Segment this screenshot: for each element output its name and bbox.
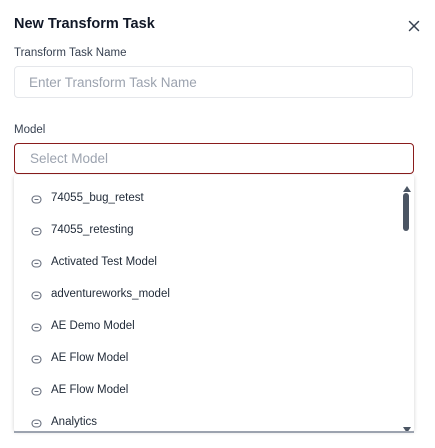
new-transform-task-dialog: New Transform Task Transform Task Name M…: [0, 0, 435, 448]
task-name-label: Transform Task Name: [14, 47, 127, 59]
model-option-label: AE Demo Model: [51, 320, 135, 332]
model-icon: [31, 256, 42, 268]
dropdown-bottom-border: [14, 431, 414, 433]
model-option-label: 74055_retesting: [51, 224, 134, 236]
model-option[interactable]: Activated Test Model: [14, 250, 399, 274]
model-option[interactable]: Analytics: [14, 410, 399, 431]
model-option[interactable]: AE Demo Model: [14, 314, 399, 338]
model-option-label: adventureworks_model: [51, 288, 170, 300]
dialog-title: New Transform Task: [14, 16, 155, 32]
model-option-label: AE Flow Model: [51, 384, 129, 396]
model-option-label: 74055_bug_retest: [51, 192, 144, 204]
model-icon: [31, 384, 42, 396]
model-icon: [31, 352, 42, 364]
task-name-input[interactable]: [14, 66, 413, 98]
model-option[interactable]: adventureworks_model: [14, 282, 399, 306]
scroll-up-arrow-icon[interactable]: [403, 179, 411, 192]
model-option[interactable]: AE Flow Model: [14, 378, 399, 402]
model-option-label: Activated Test Model: [51, 256, 157, 268]
model-icon: [31, 288, 42, 300]
scroll-down-arrow-icon[interactable]: [403, 420, 411, 431]
model-option[interactable]: AE Flow Model: [14, 346, 399, 370]
model-option[interactable]: 74055_bug_retest: [14, 186, 399, 210]
model-label: Model: [14, 124, 46, 136]
model-icon: [31, 416, 42, 428]
close-icon[interactable]: [405, 17, 423, 35]
scrollbar-thumb[interactable]: [403, 193, 409, 231]
model-select-placeholder: Select Model: [30, 151, 109, 166]
model-icon: [31, 320, 42, 332]
model-option[interactable]: 74055_retesting: [14, 218, 399, 242]
model-option-label: AE Flow Model: [51, 352, 129, 364]
model-select[interactable]: Select Model: [14, 143, 414, 174]
model-icon: [31, 224, 42, 236]
model-option-label: Analytics: [51, 416, 98, 428]
model-icon: [31, 192, 42, 204]
model-dropdown-list[interactable]: 74055_bug_retest 74055_retesting Activat…: [14, 175, 414, 431]
